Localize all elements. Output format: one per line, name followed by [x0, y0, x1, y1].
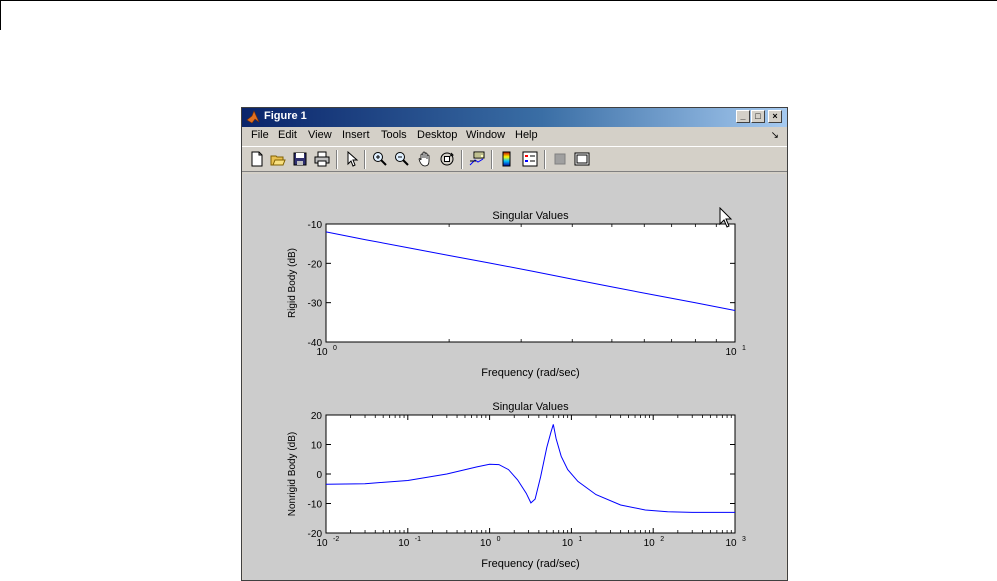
edit-plot-arrow-icon[interactable]	[344, 151, 360, 167]
rotate-3d-icon[interactable]	[439, 151, 455, 167]
x-tick-label-exponent: 2	[660, 536, 664, 543]
y-axis-label: Rigid Body (dB)	[287, 248, 298, 318]
undock-arrow-icon[interactable]: ↘	[771, 130, 779, 141]
window-title: Figure 1	[264, 110, 307, 122]
figure-toolbar	[242, 146, 787, 172]
close-button[interactable]: ×	[768, 110, 782, 123]
x-tick-label: 10	[480, 538, 492, 549]
page-top-rule	[0, 0, 997, 1]
menu-help[interactable]: Help	[515, 129, 538, 141]
y-tick-label: 10	[311, 441, 323, 452]
x-tick-label: 10	[725, 538, 737, 549]
mouse-pointer-icon	[719, 207, 733, 228]
figure-canvas: 10 0 10 1 -10 -20 -30 -40 Singular Values Frequen…	[243, 174, 786, 580]
y-tick-label: 0	[316, 470, 322, 481]
x-tick-label-exponent: -2	[333, 536, 339, 543]
menu-file[interactable]: File	[251, 129, 269, 141]
x-tick-label-exponent: 1	[742, 345, 746, 352]
x-tick-label-exponent: 0	[497, 536, 501, 543]
menu-bar: File Edit View Insert Tools Desktop Wind…	[242, 127, 787, 145]
y-tick-label: -40	[308, 338, 323, 349]
save-icon[interactable]	[292, 151, 308, 167]
x-axis-label: Frequency (rad/sec)	[481, 367, 579, 379]
new-figure-icon[interactable]	[249, 151, 265, 167]
open-file-icon[interactable]	[270, 151, 286, 167]
legend-icon[interactable]	[522, 151, 538, 167]
maximize-button[interactable]: □	[751, 110, 765, 123]
x-tick-label: 10	[398, 538, 410, 549]
x-tick-label: 10	[562, 538, 574, 549]
x-tick-label-exponent: 1	[578, 536, 582, 543]
plot-area	[325, 223, 736, 343]
y-tick-label: 20	[311, 411, 323, 422]
figure-window: Figure 1 _ □ × File Edit View Insert Too…	[241, 107, 788, 581]
y-tick-label: -10	[308, 500, 323, 511]
print-icon[interactable]	[314, 151, 330, 167]
colorbar-icon[interactable]	[499, 151, 515, 167]
y-tick-label: -30	[308, 299, 323, 310]
menu-window[interactable]: Window	[466, 129, 505, 141]
title-bar[interactable]: Figure 1 _ □ ×	[242, 108, 787, 127]
plots-svg: 10 0 10 1-10-20-30-40Singular ValuesFrequen…	[287, 210, 746, 570]
menu-tools[interactable]: Tools	[381, 129, 407, 141]
menu-edit[interactable]: Edit	[278, 129, 297, 141]
y-tick-label: -10	[308, 220, 323, 231]
y-axis-label: Nonrigid Body (dB)	[287, 432, 298, 516]
x-axis-label: Frequency (rad/sec)	[481, 558, 579, 570]
x-tick-label: 10	[644, 538, 656, 549]
matlab-logo-icon	[246, 110, 260, 124]
plot-area	[325, 414, 736, 534]
x-tick-label-exponent: -1	[415, 536, 421, 543]
chart-title: Singular Values	[492, 401, 569, 413]
show-plot-tools-icon[interactable]	[574, 151, 590, 167]
toolbar-separator	[336, 150, 338, 169]
x-tick-label: 10	[725, 347, 737, 358]
x-tick-label-exponent: 0	[333, 345, 337, 352]
pan-hand-icon[interactable]	[417, 151, 433, 167]
menu-view[interactable]: View	[308, 129, 332, 141]
zoom-out-icon[interactable]	[394, 151, 410, 167]
hide-plot-tools-icon[interactable]	[552, 151, 568, 167]
toolbar-separator	[364, 150, 366, 169]
toolbar-separator	[544, 150, 546, 169]
toolbar-separator	[461, 150, 463, 169]
page-left-rule	[0, 0, 1, 30]
menu-insert[interactable]: Insert	[342, 129, 370, 141]
data-cursor-icon[interactable]	[469, 151, 485, 167]
chart-title: Singular Values	[492, 210, 569, 222]
y-tick-label: -20	[308, 529, 323, 540]
minimize-button[interactable]: _	[736, 110, 750, 123]
y-tick-label: -20	[308, 259, 323, 270]
menu-desktop[interactable]: Desktop	[417, 129, 457, 141]
zoom-in-icon[interactable]	[372, 151, 388, 167]
x-tick-label-exponent: 3	[742, 536, 746, 543]
toolbar-separator	[491, 150, 493, 169]
